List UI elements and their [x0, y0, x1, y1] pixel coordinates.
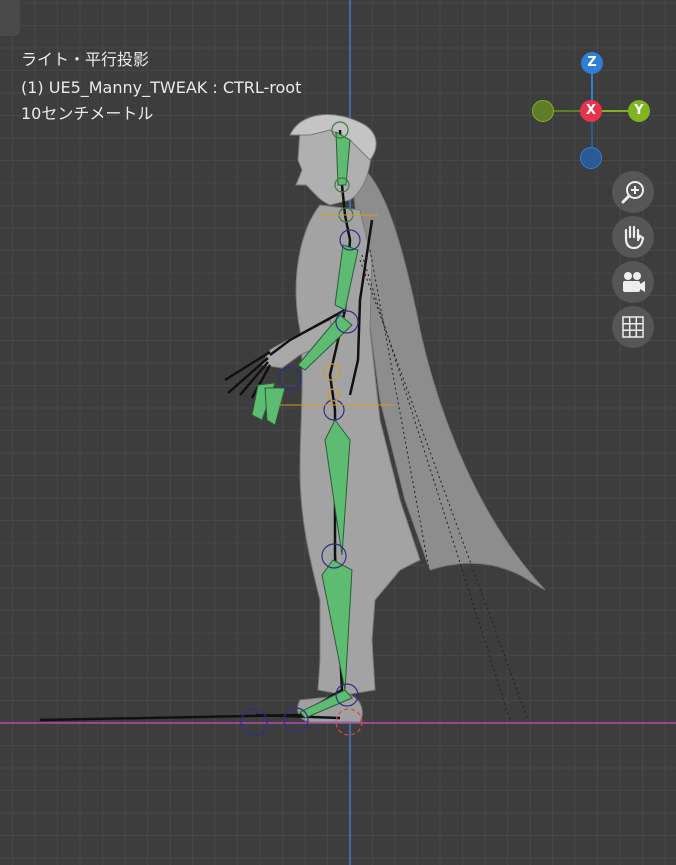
- editor-type-button[interactable]: [0, 0, 20, 36]
- camera-view-button[interactable]: [612, 261, 654, 303]
- view-title: ライト・平行投影: [21, 50, 150, 69]
- active-object-name: (1) UE5_Manny_TWEAK : CTRL-root: [21, 78, 302, 97]
- gizmo-z-axis[interactable]: Z: [581, 52, 603, 74]
- gizmo-neg-y-axis[interactable]: [532, 100, 554, 122]
- hand-icon: [624, 225, 645, 250]
- pan-button[interactable]: [612, 216, 654, 258]
- gizmo-neg-z-axis[interactable]: [580, 147, 602, 169]
- grid-icon: [622, 316, 644, 338]
- zoom-icon: [621, 181, 644, 204]
- 3d-viewport[interactable]: ライト・平行投影 (1) UE5_Manny_TWEAK : CTRL-root…: [0, 0, 676, 865]
- ortho-toggle-button[interactable]: [612, 306, 654, 348]
- grid-scale-info: 10センチメートル: [21, 104, 154, 123]
- zoom-button[interactable]: [612, 171, 654, 213]
- gizmo-y-axis[interactable]: Y: [628, 100, 650, 122]
- gizmo-x-axis[interactable]: X: [580, 100, 602, 122]
- camera-icon: [623, 272, 645, 292]
